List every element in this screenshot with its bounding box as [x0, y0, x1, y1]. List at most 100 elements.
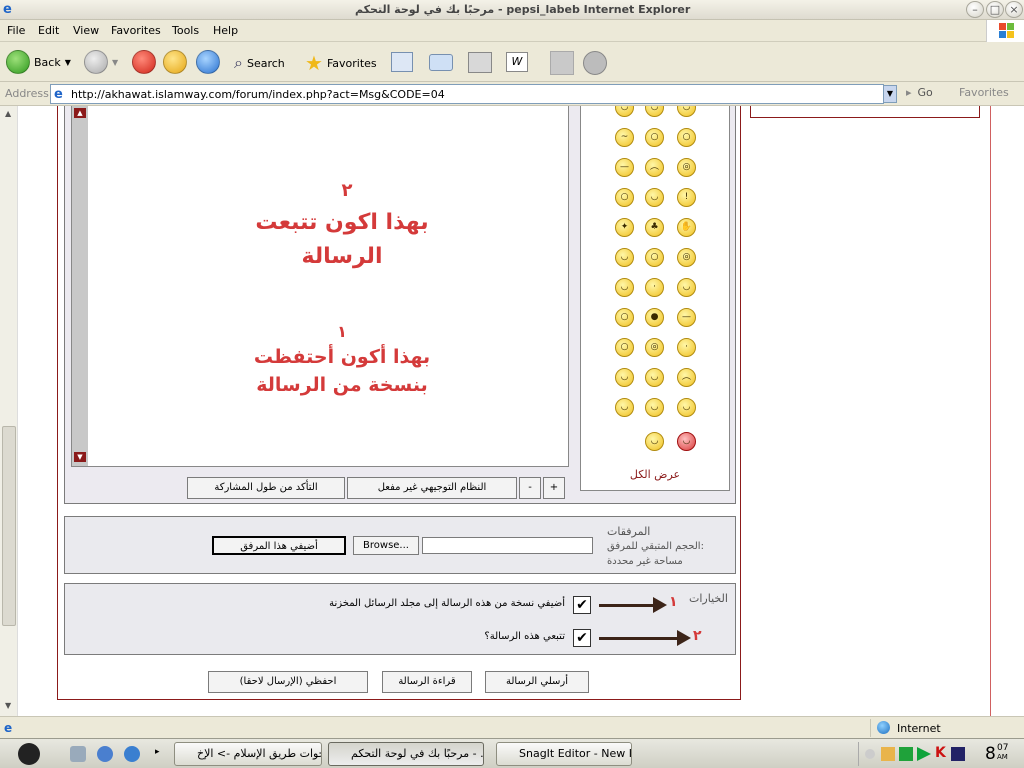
quicklaunch-3-icon[interactable]: [124, 746, 140, 762]
plus-button[interactable]: +: [543, 477, 565, 499]
menu-help[interactable]: Help: [213, 24, 238, 37]
quicklaunch-more-icon[interactable]: ▸: [155, 747, 160, 757]
search-button[interactable]: ⌕ Search: [234, 53, 285, 73]
emoticon-icon[interactable]: ◎: [677, 158, 696, 177]
close-button[interactable]: ×: [1005, 1, 1023, 18]
go-button[interactable]: ▸ Go: [906, 86, 933, 99]
send-message-button[interactable]: أرسلي الرسالة: [485, 671, 589, 693]
track-message-checkbox[interactable]: ✔: [573, 629, 591, 647]
emoticon-icon[interactable]: ●: [645, 308, 664, 327]
word-edit-icon[interactable]: W: [506, 52, 528, 72]
emoticon-icon[interactable]: ✋: [677, 218, 696, 237]
emoticon-icon[interactable]: ·: [645, 278, 664, 297]
browse-button[interactable]: Browse...: [353, 536, 419, 555]
scroll-down-icon[interactable]: ▼: [5, 701, 11, 710]
emoticon-icon[interactable]: ○: [677, 128, 696, 147]
menu-tools[interactable]: Tools: [172, 24, 199, 37]
scroll-thumb[interactable]: [2, 426, 16, 626]
taskbar-item-snagit[interactable]: SnagIt Editor - New I...: [496, 742, 632, 766]
taskbar-item-forum[interactable]: أخوات طريق الإسلام -> الإخ...: [174, 742, 322, 766]
emoticon-icon[interactable]: ○: [645, 248, 664, 267]
emoticon-icon[interactable]: ○: [615, 188, 634, 207]
vertical-scrollbar[interactable]: ▲ ▼: [0, 106, 18, 716]
message-textarea[interactable]: ▲ ▼ ٢ بهذا اكون تتبعت الرسالة ١ بهذا أكو…: [71, 106, 569, 467]
stop-icon[interactable]: [132, 50, 156, 74]
emoticon-icon[interactable]: ◡: [645, 432, 664, 451]
history-icon[interactable]: [391, 52, 413, 72]
emoticon-icon[interactable]: ◡: [677, 398, 696, 417]
blank-tool-icon[interactable]: [550, 51, 574, 75]
save-draft-button[interactable]: احفظي (الإرسال لاحقا): [208, 671, 368, 693]
emoticon-icon[interactable]: —: [677, 308, 696, 327]
minimize-button[interactable]: –: [966, 1, 984, 18]
mail-icon[interactable]: [429, 54, 453, 71]
textarea-scroll-down-icon[interactable]: ▼: [74, 452, 86, 462]
emoticon-icon[interactable]: ◡: [645, 106, 664, 117]
option-1-marker: ١: [669, 594, 678, 610]
textarea-scrollbar[interactable]: ▲ ▼: [72, 106, 88, 466]
quicklaunch-1-icon[interactable]: [70, 746, 86, 762]
emoticon-icon[interactable]: ︵: [677, 368, 696, 387]
address-input[interactable]: e http://akhawat.islamway.com/forum/inde…: [50, 84, 884, 104]
emoticon-icon[interactable]: ︵: [645, 158, 664, 177]
add-attachment-button[interactable]: أضيفي هذا المرفق: [212, 536, 346, 555]
emoticon-icon[interactable]: ○: [615, 338, 634, 357]
links-favorites[interactable]: Favorites: [959, 86, 1009, 99]
emoticon-icon[interactable]: ○: [645, 128, 664, 147]
emoticon-icon[interactable]: ◡: [615, 106, 634, 117]
tray-2-icon[interactable]: [899, 747, 913, 761]
textarea-scroll-up-icon[interactable]: ▲: [74, 108, 86, 118]
menu-view[interactable]: View: [73, 24, 99, 37]
refresh-icon[interactable]: [163, 50, 187, 74]
home-icon[interactable]: [196, 50, 220, 74]
emoticon-icon[interactable]: ○: [615, 308, 634, 327]
tray-4-icon[interactable]: [951, 747, 965, 761]
guided-mode-button[interactable]: النظام التوجيهي غير مفعل: [347, 477, 517, 499]
editor-panel: ▲ ▼ ٢ بهذا اكون تتبعت الرسالة ١ بهذا أكو…: [64, 106, 736, 504]
forward-button[interactable]: ▼: [84, 50, 118, 74]
emoticon-icon[interactable]: !: [677, 188, 696, 207]
tray-play-icon[interactable]: [917, 747, 931, 761]
emoticon-icon[interactable]: ◡: [677, 278, 696, 297]
emoticon-icon[interactable]: ♣: [645, 218, 664, 237]
minus-button[interactable]: -: [519, 477, 541, 499]
emoticon-icon[interactable]: ◎: [677, 248, 696, 267]
menu-favorites[interactable]: Favorites: [111, 24, 161, 37]
emoticon-icon[interactable]: ◡: [677, 432, 696, 451]
emoticon-icon[interactable]: ◡: [615, 248, 634, 267]
print-icon[interactable]: [468, 52, 492, 73]
emoticon-icon[interactable]: ◡: [645, 188, 664, 207]
menu-edit[interactable]: Edit: [38, 24, 59, 37]
save-copy-checkbox[interactable]: ✔: [573, 596, 591, 614]
back-button[interactable]: Back ▼: [6, 50, 71, 74]
linux-penguin-icon[interactable]: [18, 743, 40, 765]
emoticon-icon[interactable]: ◡: [615, 398, 634, 417]
tray-k-icon[interactable]: K: [935, 745, 946, 761]
file-path-input[interactable]: [422, 537, 593, 554]
favorites-button[interactable]: ★ Favorites: [305, 51, 377, 75]
quicklaunch-ie-icon[interactable]: [97, 746, 113, 762]
menu-file[interactable]: File: [7, 24, 25, 37]
emoticon-icon[interactable]: ◡: [615, 278, 634, 297]
scroll-up-icon[interactable]: ▲: [5, 109, 11, 118]
messenger-icon[interactable]: [583, 51, 607, 75]
emoticon-icon[interactable]: ·: [677, 338, 696, 357]
forward-arrow-icon: [84, 50, 108, 74]
emoticon-icon[interactable]: ✦: [615, 218, 634, 237]
emoticon-icon[interactable]: ◎: [645, 338, 664, 357]
emoticon-icon[interactable]: ◡: [645, 368, 664, 387]
taskbar-item-control-panel[interactable]: مرحبًا بك في لوحة التحكم - ...: [328, 742, 484, 766]
emoticon-icon[interactable]: ~: [615, 128, 634, 147]
check-length-button[interactable]: التأكد من طول المشاركة: [187, 477, 345, 499]
maximize-button[interactable]: □: [986, 1, 1004, 18]
emoticon-icon[interactable]: —: [615, 158, 634, 177]
address-dropdown-button[interactable]: ▼: [883, 85, 897, 103]
tray-1-icon[interactable]: [881, 747, 895, 761]
attachments-title: المرفقات: [607, 525, 651, 538]
tray-arrow-icon[interactable]: [865, 749, 875, 759]
show-all-emoticons-link[interactable]: عرض الكل: [581, 468, 729, 481]
preview-message-button[interactable]: قراءة الرسالة: [382, 671, 472, 693]
emoticon-icon[interactable]: ◡: [615, 368, 634, 387]
emoticon-icon[interactable]: ◡: [645, 398, 664, 417]
emoticon-icon[interactable]: ◡: [677, 106, 696, 117]
